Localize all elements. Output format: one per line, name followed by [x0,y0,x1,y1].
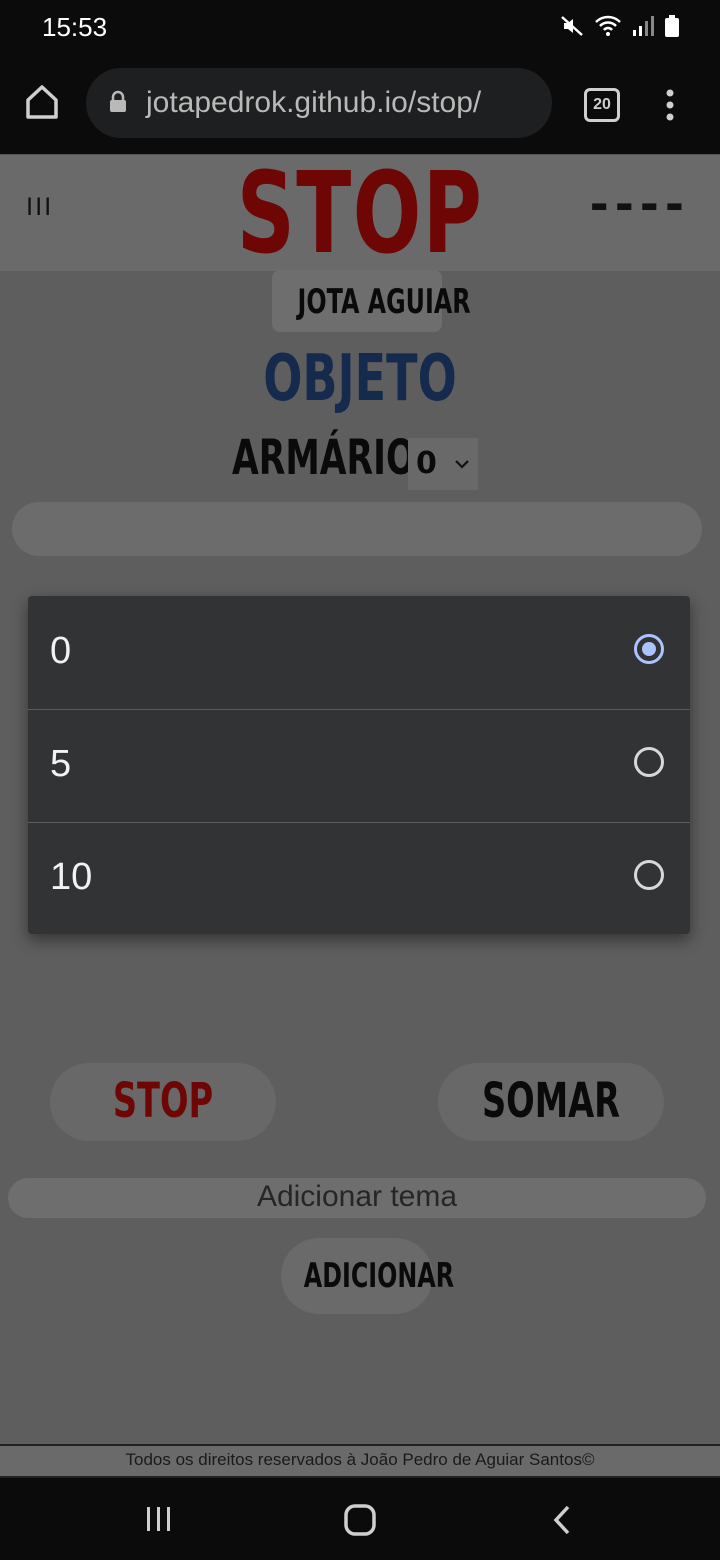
home-nav-icon[interactable] [342,1502,378,1538]
answer-word: ARMÁRIO [232,430,416,486]
sum-button[interactable]: SOMAR [438,1063,664,1141]
battery-icon [665,15,679,37]
points-select[interactable]: 0 [408,438,478,490]
theme-input[interactable]: Adicionar tema [8,1178,706,1218]
points-selected-value: 0 [416,446,437,481]
option-label: 5 [50,743,72,785]
page-footer: Todos os direitos reservados à João Pedr… [0,1444,720,1478]
points-dropdown: 0 5 10 [28,596,690,934]
dropdown-option[interactable]: 10 [28,822,690,935]
url-text: jotapedrok.github.io/stop/ [146,86,482,119]
sum-button-label: SOMAR [481,1073,621,1129]
lock-icon [110,90,126,112]
home-icon[interactable] [24,82,60,122]
timer-display: ---- [589,177,690,231]
footer-text: Todos os direitos reservados à João Pedr… [125,1450,595,1469]
theme-input-placeholder: Adicionar tema [256,1180,458,1213]
browser-toolbar: jotapedrok.github.io/stop/ 20 [0,58,720,154]
add-button[interactable]: ADICIONAR [281,1238,455,1314]
page-title: STOP [236,149,484,279]
player-badge[interactable]: JOTA AGUIAR [272,270,471,332]
player-name: JOTA AGUIAR [297,282,471,322]
wifi-icon [595,15,621,36]
radio-icon[interactable] [634,860,664,890]
menu-button[interactable]: III [26,193,53,221]
more-vert-icon[interactable] [664,88,676,122]
dropdown-option[interactable]: 0 [28,596,690,710]
status-icons [560,14,680,38]
back-icon[interactable] [550,1504,574,1536]
option-label: 10 [50,856,93,898]
stop-button[interactable]: STOP [50,1063,276,1141]
system-nav-bar [0,1478,720,1560]
category-title: OBJETO [263,342,457,416]
option-label: 0 [50,630,72,672]
radio-selected-icon[interactable] [634,634,664,664]
answer-input[interactable] [12,502,702,556]
status-bar: 15:53 [0,0,720,58]
address-bar[interactable]: jotapedrok.github.io/stop/ [86,68,552,138]
add-button-label: ADICIONAR [303,1256,455,1296]
tabs-icon[interactable]: 20 [584,88,620,122]
status-time: 15:53 [42,12,108,42]
recent-apps-icon[interactable] [144,1504,174,1534]
chevron-down-icon [455,460,469,469]
stop-button-label: STOP [112,1073,214,1129]
dropdown-option[interactable]: 5 [28,709,690,823]
radio-icon[interactable] [634,747,664,777]
signal-icon [633,16,654,36]
page-header: III STOP ---- [0,149,720,279]
mute-icon [561,16,583,36]
